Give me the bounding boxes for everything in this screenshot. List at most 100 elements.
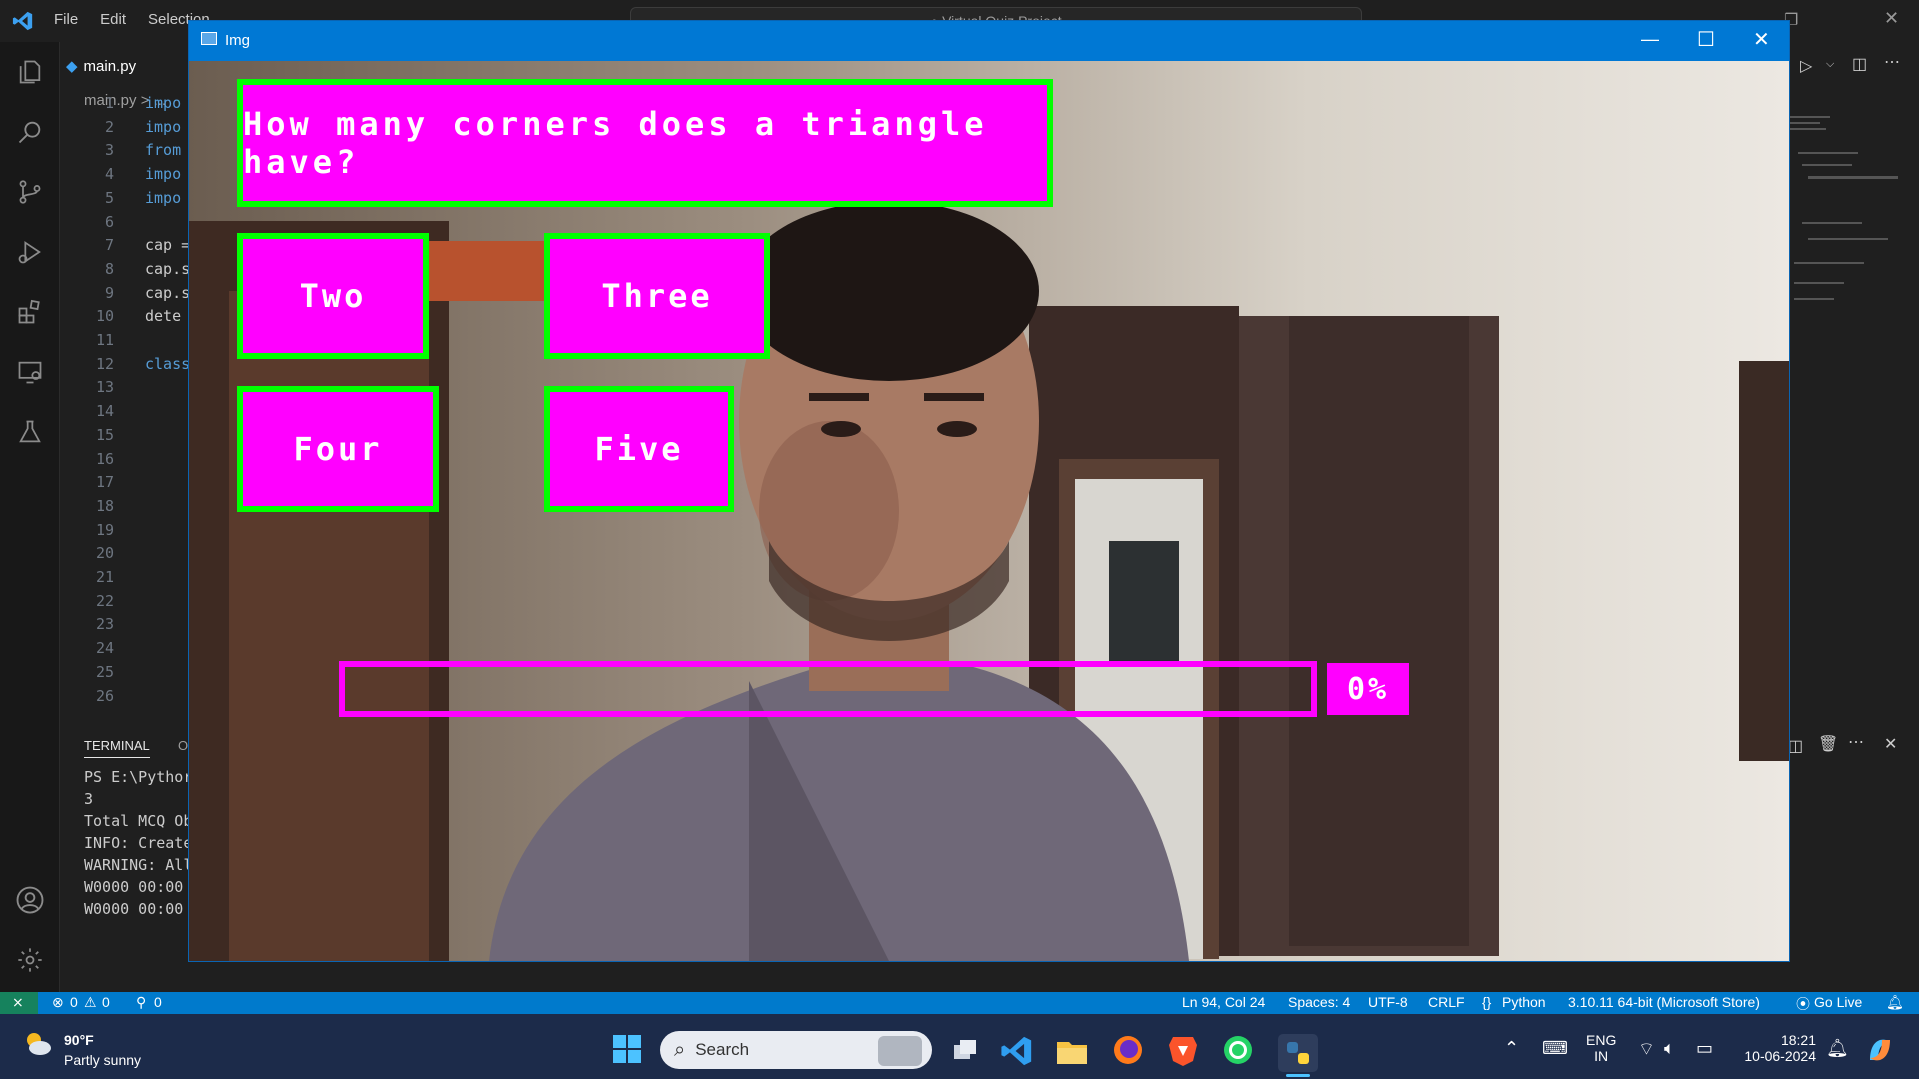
split-terminal-icon[interactable]: ◫	[1788, 736, 1803, 756]
option-box-4[interactable]: Five	[544, 386, 734, 512]
language-indicator[interactable]: ENG IN	[1586, 1032, 1616, 1064]
task-view-icon[interactable]	[950, 1036, 980, 1071]
line-number: 5	[104, 188, 114, 207]
start-icon[interactable]	[612, 1034, 642, 1069]
img-window-titlebar[interactable]: Img — ☐ ✕	[189, 21, 1789, 61]
line-number: 2	[104, 117, 114, 136]
remote-explorer-icon[interactable]	[14, 356, 46, 388]
wifi-icon[interactable]: ⌔	[1638, 1038, 1655, 1061]
line-number: 7	[104, 236, 114, 255]
whatsapp-icon[interactable]	[1222, 1034, 1254, 1071]
line-number: 21	[95, 568, 114, 586]
chevron-down-icon[interactable]: ⌵	[1826, 58, 1834, 71]
window-close-icon[interactable]: ✕	[1884, 8, 1899, 29]
code-line: cap.s	[145, 283, 191, 302]
code-line: dete	[145, 307, 182, 326]
line-endings[interactable]: CRLF	[1428, 994, 1465, 1010]
tab-output[interactable]: O	[178, 738, 188, 753]
progress-bar	[339, 661, 1317, 717]
line-number: 15	[95, 425, 114, 444]
line-number: 12	[95, 354, 114, 373]
explorer-icon[interactable]	[14, 56, 46, 88]
split-editor-icon[interactable]: ◫	[1852, 54, 1867, 74]
language-line2: IN	[1594, 1048, 1609, 1064]
line-number: 17	[95, 473, 114, 492]
errors-count[interactable]: 0	[70, 994, 78, 1010]
remote-indicator[interactable]: ⨯	[0, 992, 38, 1014]
window-app-icon	[201, 32, 217, 45]
extensions-icon[interactable]	[14, 296, 46, 328]
python-interpreter[interactable]: 3.10.11 64-bit (Microsoft Store)	[1568, 994, 1760, 1010]
tab-main-py[interactable]: ◆ main.py	[66, 52, 136, 80]
volume-icon[interactable]: 🔈︎	[1664, 1038, 1675, 1059]
testing-icon[interactable]	[14, 416, 46, 448]
clock[interactable]: 18:21 10-06-2024	[1740, 1032, 1816, 1064]
run-file-icon[interactable]: ▷	[1800, 56, 1812, 76]
python-app-icon[interactable]	[1278, 1034, 1318, 1072]
minimize-icon[interactable]: —	[1641, 29, 1659, 50]
maximize-icon[interactable]: ☐	[1697, 27, 1715, 52]
tab-terminal[interactable]: TERMINAL	[84, 738, 150, 758]
line-number: 1	[104, 94, 114, 112]
status-bar: ⨯ ⊗ 0 ⚠ 0 ⚲ 0 Ln 94, Col 24 Spaces: 4 UT…	[0, 992, 1919, 1014]
line-number: 26	[95, 686, 114, 705]
account-icon[interactable]	[14, 884, 46, 916]
indentation[interactable]: Spaces: 4	[1288, 994, 1350, 1010]
weather-desc[interactable]: Partly sunny	[64, 1052, 141, 1068]
trash-icon[interactable]: 🗑	[1818, 734, 1838, 754]
vscode-taskbar-icon[interactable]	[1000, 1034, 1034, 1073]
language-mode[interactable]: Python	[1502, 994, 1546, 1010]
settings-gear-icon[interactable]	[14, 944, 46, 976]
close-icon[interactable]: ✕	[1753, 27, 1770, 52]
weather-temp[interactable]: 90°F	[64, 1032, 94, 1048]
warnings-icon[interactable]: ⚠	[84, 994, 97, 1011]
taskbar-search-placeholder: Search	[695, 1040, 750, 1059]
errors-icon[interactable]: ⊗	[52, 994, 64, 1011]
option-text-2: Three	[601, 277, 713, 315]
more-actions-icon[interactable]: ⋯	[1884, 52, 1900, 72]
code-line: from	[145, 141, 182, 160]
option-box-2[interactable]: Three	[544, 233, 770, 359]
question-box: How many corners does a triangle have?	[237, 79, 1053, 207]
line-number: 23	[95, 615, 114, 634]
chevron-up-icon[interactable]: ⌃	[1504, 1038, 1519, 1059]
line-number: 22	[95, 591, 114, 610]
keyboard-icon[interactable]: ⌨	[1542, 1038, 1568, 1059]
ports-icon[interactable]: ⚲	[136, 994, 146, 1011]
option-box-1[interactable]: Two	[237, 233, 429, 359]
broadcast-icon: ⦿	[1796, 996, 1810, 1012]
file-explorer-icon[interactable]	[1056, 1036, 1088, 1071]
line-number: 24	[95, 639, 114, 658]
more-actions-icon[interactable]: ⋯	[1848, 732, 1864, 752]
minimap[interactable]	[1788, 112, 1908, 312]
warnings-count[interactable]: 0	[102, 994, 110, 1010]
ports-count[interactable]: 0	[154, 994, 162, 1010]
option-text-1: Two	[299, 277, 367, 315]
close-panel-icon[interactable]: ✕	[1884, 734, 1897, 754]
cursor-position[interactable]: Ln 94, Col 24	[1182, 994, 1265, 1010]
bell-icon[interactable]: 🔔︎	[1886, 994, 1904, 1011]
encoding[interactable]: UTF-8	[1368, 994, 1408, 1010]
search-icon[interactable]	[14, 116, 46, 148]
menu-edit[interactable]: Edit	[100, 11, 126, 28]
brave-icon[interactable]	[1168, 1034, 1198, 1071]
battery-icon[interactable]: ▭	[1696, 1038, 1713, 1059]
notification-bell-icon[interactable]: 🔔︎	[1826, 1038, 1849, 1059]
line-number: 19	[95, 520, 114, 539]
run-debug-icon[interactable]	[14, 236, 46, 268]
clock-date: 10-06-2024	[1744, 1048, 1816, 1064]
img-window-title: Img	[225, 32, 251, 49]
weather-icon[interactable]	[22, 1028, 54, 1065]
go-live-button[interactable]: Go Live	[1814, 994, 1862, 1010]
copilot-icon[interactable]	[1864, 1034, 1896, 1071]
line-number: 9	[104, 283, 114, 302]
code-line: cap.s	[145, 259, 191, 278]
line-number: 14	[95, 402, 114, 421]
menu-file[interactable]: File	[54, 11, 78, 28]
firefox-icon[interactable]	[1112, 1034, 1144, 1071]
option-box-3[interactable]: Four	[237, 386, 439, 512]
option-text-4: Five	[594, 430, 684, 468]
source-control-icon[interactable]	[14, 176, 46, 208]
search-highlight-icon	[878, 1036, 922, 1066]
line-number: 16	[95, 449, 114, 468]
